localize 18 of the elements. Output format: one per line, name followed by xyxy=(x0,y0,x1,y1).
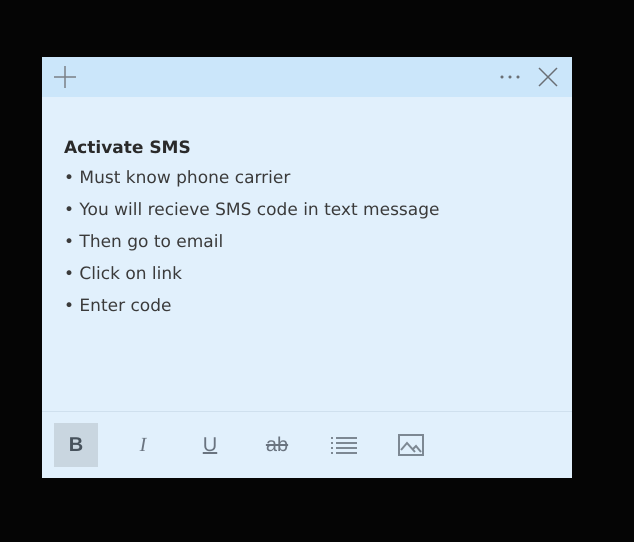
add-button[interactable] xyxy=(54,66,76,88)
bullet-item: • Click on link xyxy=(64,263,183,286)
bullet-item: • Then go to email xyxy=(64,231,224,254)
close-button[interactable] xyxy=(538,67,558,87)
strikethrough-button[interactable]: ab xyxy=(255,423,299,467)
list-icon xyxy=(331,436,357,454)
more-button[interactable] xyxy=(500,75,520,79)
image-icon xyxy=(398,434,424,456)
note-title: Activate SMS xyxy=(64,137,192,160)
italic-button[interactable]: I xyxy=(121,423,165,467)
ellipsis-icon xyxy=(500,75,520,79)
plus-icon xyxy=(54,66,76,88)
bullet-item: • Must know phone carrier xyxy=(64,167,292,190)
close-icon xyxy=(538,67,558,87)
underline-button[interactable]: U xyxy=(188,423,232,467)
bold-button[interactable]: B xyxy=(54,423,98,467)
bullet-item: • You will recieve SMS code in text message xyxy=(64,199,440,222)
bullet-item: • Enter code xyxy=(64,295,172,318)
